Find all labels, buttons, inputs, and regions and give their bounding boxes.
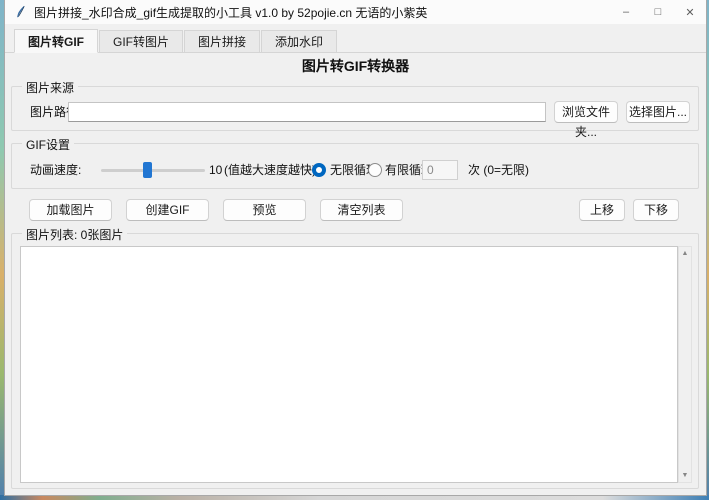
loop-count-input[interactable]: [422, 160, 458, 180]
window-title: 图片拼接_水印合成_gif生成提取的小工具 v1.0 by 52pojie.cn…: [34, 4, 427, 21]
close-button[interactable]: ✕: [674, 0, 706, 24]
titlebar[interactable]: 图片拼接_水印合成_gif生成提取的小工具 v1.0 by 52pojie.cn…: [5, 0, 706, 24]
move-up-button[interactable]: 上移: [579, 199, 625, 221]
minimize-button[interactable]: –: [610, 0, 642, 24]
create-gif-button[interactable]: 创建GIF: [126, 199, 209, 221]
speed-hint: (值越大速度越快): [224, 160, 316, 180]
image-path-input[interactable]: [68, 102, 546, 122]
tab-gif-to-image[interactable]: GIF转图片: [99, 30, 183, 52]
slider-track[interactable]: [101, 169, 205, 172]
load-images-button[interactable]: 加载图片: [29, 199, 112, 221]
image-list-title: 图片列表: 0张图片: [22, 226, 127, 243]
feather-app-icon[interactable]: [14, 5, 28, 19]
window-controls: – □ ✕: [610, 0, 706, 24]
tab-image-to-gif[interactable]: 图片转GIF: [14, 29, 98, 53]
slider-handle[interactable]: [143, 162, 152, 178]
loop-count-suffix: 次 (0=无限): [468, 160, 529, 180]
speed-value: 10: [209, 160, 222, 180]
select-images-button[interactable]: 选择图片...: [626, 101, 690, 123]
image-listbox[interactable]: [20, 246, 678, 483]
clear-list-button[interactable]: 清空列表: [320, 199, 403, 221]
scroll-down-icon[interactable]: ▼: [679, 472, 691, 479]
tab-add-watermark[interactable]: 添加水印: [261, 30, 337, 52]
browse-folder-button[interactable]: 浏览文件夹...: [554, 101, 618, 123]
vertical-scrollbar[interactable]: ▲ ▼: [678, 246, 692, 483]
tab-bar: 图片转GIF GIF转图片 图片拼接 添加水印: [5, 29, 706, 53]
scroll-up-icon[interactable]: ▲: [679, 250, 691, 257]
speed-label: 动画速度:: [30, 160, 81, 180]
move-down-button[interactable]: 下移: [633, 199, 679, 221]
desktop-background: 图片拼接_水印合成_gif生成提取的小工具 v1.0 by 52pojie.cn…: [0, 0, 709, 500]
image-list-groupbox: 图片列表: 0张图片 ▲ ▼: [11, 233, 699, 489]
radio-finite-loop[interactable]: [368, 163, 382, 177]
gif-settings-group-title: GIF设置: [22, 136, 74, 153]
preview-button[interactable]: 预览: [223, 199, 306, 221]
speed-slider[interactable]: [101, 161, 205, 179]
tab-image-stitch[interactable]: 图片拼接: [184, 30, 260, 52]
page-title: 图片转GIF转换器: [5, 56, 706, 76]
source-groupbox: 图片来源 图片路径: 浏览文件夹... 选择图片...: [11, 86, 699, 131]
radio-infinite-loop[interactable]: [312, 163, 326, 177]
app-window: 图片拼接_水印合成_gif生成提取的小工具 v1.0 by 52pojie.cn…: [4, 0, 707, 496]
source-group-title: 图片来源: [22, 79, 78, 96]
gif-settings-groupbox: GIF设置 动画速度: 10 (值越大速度越快) 无限循环 有限循环 次 (0=…: [11, 143, 699, 189]
maximize-button[interactable]: □: [642, 0, 674, 24]
